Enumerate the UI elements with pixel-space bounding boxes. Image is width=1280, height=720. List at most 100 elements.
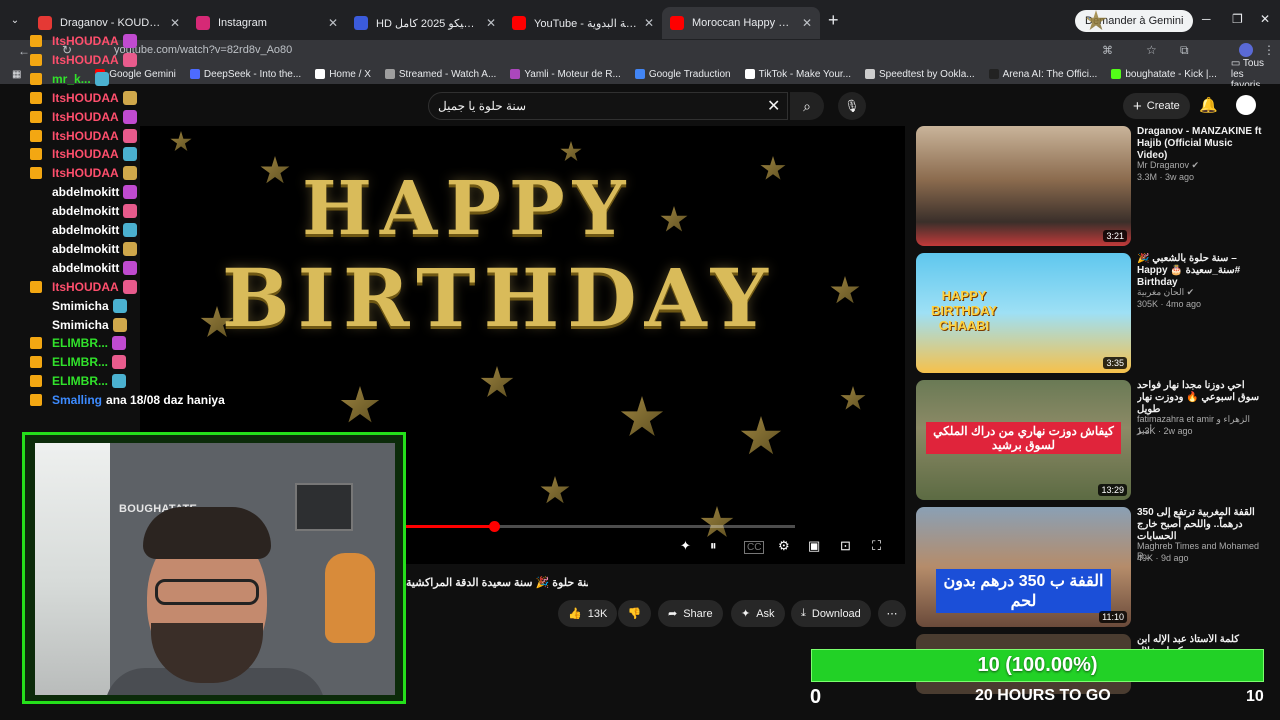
chat-username[interactable]: abdelmokitt [52, 204, 119, 218]
miniplayer-icon[interactable]: ▣ [808, 538, 820, 554]
chat-username[interactable]: ItsHOUDAA [52, 110, 119, 124]
chat-username[interactable]: ELIMBR... [52, 374, 108, 388]
share-button[interactable]: ➦ Share [658, 600, 723, 627]
star-decoration-icon [480, 366, 514, 397]
cast-icon[interactable]: ⊡ [840, 538, 851, 554]
recommended-video[interactable]: 3:21 Draganov - MANZAKINE ft Hajib (Offi… [916, 126, 1266, 248]
fullscreen-icon[interactable]: ⛶ [872, 538, 881, 554]
browser-tab[interactable]: YouTube - مي نعيمة البدوية ✕ [504, 7, 662, 39]
chat-username[interactable]: abdelmokitt [52, 185, 119, 199]
browser-menu-icon[interactable]: ⋮ [1263, 43, 1275, 57]
like-button[interactable]: 👍 13K [558, 600, 618, 627]
video-duration: 3:35 [1103, 357, 1127, 369]
chat-username[interactable]: abdelmokitt [52, 242, 119, 256]
video-thumbnail[interactable]: كيفاش دوزت نهاري من دراك الملكي لسوق برش… [916, 380, 1131, 500]
minimize-icon[interactable]: ─ [1202, 12, 1211, 26]
chat-emote-icon [123, 260, 138, 275]
browser-tab[interactable]: Instagram ✕ [188, 7, 346, 39]
create-button[interactable]: + Create [1123, 93, 1190, 119]
pause-icon[interactable]: ⏸ [710, 538, 717, 554]
chat-username[interactable]: Smalling [52, 393, 102, 407]
chat-username[interactable]: ItsHOUDAA [52, 53, 119, 67]
profile-avatar[interactable] [1239, 43, 1253, 57]
chat-username[interactable]: ItsHOUDAA [52, 147, 119, 161]
video-title[interactable]: Draganov - MANZAKINE ft Hajib (Official … [1137, 126, 1263, 162]
bookmark-item[interactable]: Streamed - Watch A... [384, 69, 496, 80]
ask-gemini-button[interactable]: ✦ Demander à Gemini [1075, 10, 1194, 32]
star-decoration-icon [260, 156, 290, 184]
more-actions-button[interactable]: ⋯ [878, 600, 906, 627]
chat-username[interactable]: ELIMBR... [52, 355, 108, 369]
chat-username[interactable]: Smimicha [52, 299, 109, 313]
video-title[interactable]: احي دوزنا مجدا نهار فواحد سوق اسبوعي 🔥 و… [1137, 380, 1263, 416]
chat-username[interactable]: mr_k... [52, 72, 91, 86]
bookmark-item[interactable]: Google Traduction [634, 69, 731, 80]
close-window-icon[interactable]: ✕ [1260, 12, 1270, 26]
chat-username[interactable]: ItsHOUDAA [52, 280, 119, 294]
subscriber-badge-icon [30, 129, 42, 142]
star-decoration-icon [700, 506, 734, 537]
captions-icon[interactable]: CC [744, 541, 765, 554]
recommended-video[interactable]: HAPPY BIRTHDAY CHAABI 3:35 🎉 سنة حلوة با… [916, 253, 1266, 375]
clear-search-icon[interactable]: ✕ [767, 96, 780, 116]
chat-username[interactable]: Smimicha [52, 318, 109, 332]
star-decoration-icon [560, 141, 582, 162]
video-thumbnail[interactable]: 3:21 [916, 126, 1131, 246]
bookmark-item[interactable]: Yamli - Moteur de R... [510, 69, 621, 80]
chat-username[interactable]: abdelmokitt [52, 261, 119, 275]
tab-search-icon[interactable]: ⌄ [0, 15, 30, 26]
chat-username[interactable]: ItsHOUDAA [52, 34, 119, 48]
download-button[interactable]: ⤓ Download [791, 600, 871, 627]
bookmark-item[interactable]: Speedtest by Ookla... [865, 69, 975, 80]
close-tab-icon[interactable]: ✕ [644, 16, 654, 30]
bookmark-item[interactable]: boughatate - Kick |... [1111, 69, 1217, 80]
bookmark-item[interactable]: DeepSeek - Into the... [189, 69, 301, 80]
video-title[interactable]: 🎉 سنة حلوة بالشعبي – Happy 🎂 سنة_سعيدة# … [1137, 253, 1263, 289]
browser-tab[interactable]: HD فيلم سيكو سيكو 2025 كامل ✕ [346, 7, 504, 39]
close-tab-icon[interactable]: ✕ [486, 16, 496, 30]
chat-username[interactable]: abdelmokitt [52, 223, 119, 237]
new-tab-button[interactable]: + [828, 10, 839, 31]
close-tab-icon[interactable]: ✕ [802, 16, 812, 30]
goal-time-left: 20 HOURS TO GO [975, 687, 1111, 704]
video-thumbnail[interactable]: القفة ب 350 درهم بدون لحم 11:10 [916, 507, 1131, 627]
url-text[interactable]: youtube.com/watch?v=82rd8v_Ao80 [114, 44, 292, 56]
chat-username[interactable]: ELIMBR... [52, 336, 108, 350]
video-scrubber-handle[interactable] [489, 521, 500, 532]
channel-name[interactable]: Mr Draganov ✔ [1137, 160, 1263, 171]
extensions-icon[interactable]: ⧉ [1180, 43, 1189, 58]
apps-icon[interactable]: ▦ [12, 69, 25, 80]
search-input-value[interactable]: سنة حلوة يا جميل [438, 99, 526, 113]
back-icon[interactable]: ← [18, 44, 30, 58]
settings-gear-icon[interactable]: ⚙ [778, 538, 790, 554]
recommended-video[interactable]: كيفاش دوزت نهاري من دراك الملكي لسوق برش… [916, 380, 1266, 502]
account-avatar[interactable] [1236, 95, 1256, 115]
goal-max-value: 10 [1246, 688, 1264, 705]
notifications-bell-icon[interactable]: 🔔 [1199, 96, 1218, 114]
search-button[interactable]: ⌕ [790, 92, 824, 120]
bookmark-item[interactable]: TikTok - Make Your... [744, 69, 851, 80]
chat-emote-icon [122, 52, 137, 67]
bookmark-star-icon[interactable]: ☆ [1146, 43, 1157, 57]
video-title[interactable]: القفة المغربية ترتفع إلى 350 درهماً.. وا… [1137, 507, 1263, 543]
chat-username[interactable]: ItsHOUDAA [52, 166, 119, 180]
chat-message: ItsHOUDAA [30, 164, 137, 182]
bookmark-item[interactable]: Arena AI: The Offici... [988, 69, 1097, 80]
close-tab-icon[interactable]: ✕ [328, 16, 338, 30]
video-meta: 1.3K · 2w ago [1137, 426, 1193, 436]
dislike-button[interactable]: 👎 [618, 600, 651, 627]
browser-tab-active[interactable]: Moroccan Happy Birthday Joye ✕ [662, 7, 820, 39]
close-tab-icon[interactable]: ✕ [170, 16, 180, 30]
voice-search-button[interactable]: 🎙 [838, 92, 866, 120]
chat-username[interactable]: ItsHOUDAA [52, 91, 119, 105]
translate-icon[interactable]: ⌘ [1102, 44, 1113, 57]
channel-name[interactable]: الحان مغربية ✔ [1137, 287, 1263, 298]
video-thumbnail[interactable]: HAPPY BIRTHDAY CHAABI 3:35 [916, 253, 1131, 373]
goal-min-value: 0 [810, 686, 822, 708]
chat-username[interactable]: ItsHOUDAA [52, 129, 119, 143]
bookmark-item[interactable]: Home / X [315, 69, 371, 80]
ask-button[interactable]: ✦ Ask [731, 600, 785, 627]
recommended-video[interactable]: القفة ب 350 درهم بدون لحم 11:10 القفة ال… [916, 507, 1266, 629]
maximize-icon[interactable]: ❐ [1232, 12, 1243, 26]
sparkle-icon[interactable]: ✦ [680, 538, 691, 554]
